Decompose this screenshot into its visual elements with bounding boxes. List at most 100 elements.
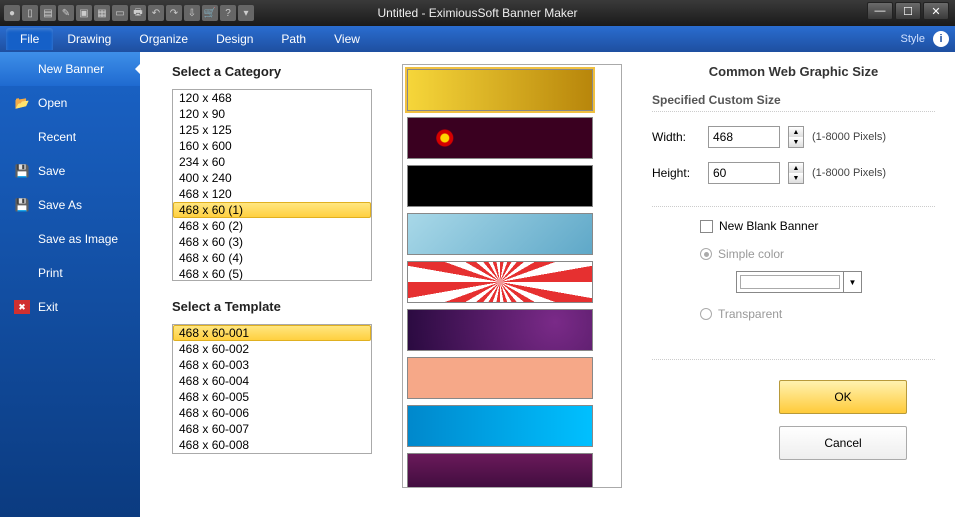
list-item[interactable]: 468 x 60 (4) [173, 250, 371, 266]
dropdown-icon[interactable]: ▾ [238, 5, 254, 21]
width-hint: (1-8000 Pixels) [812, 131, 886, 143]
tab-path[interactable]: Path [267, 28, 320, 50]
blank-icon [14, 266, 30, 280]
qat-icon[interactable]: ▯ [22, 5, 38, 21]
width-spinner[interactable]: ▲▼ [788, 126, 804, 148]
category-listbox[interactable]: 120 x 468120 x 90125 x 125160 x 600234 x… [172, 89, 372, 281]
template-thumbnail[interactable] [407, 405, 593, 447]
x-icon: ✖ [14, 300, 30, 314]
qat-icon[interactable]: ✎ [58, 5, 74, 21]
qat-icon[interactable]: ▦ [94, 5, 110, 21]
chevron-down-icon: ▼ [843, 272, 861, 292]
list-item[interactable]: 468 x 60 (5) [173, 266, 371, 281]
transparent-radio[interactable] [700, 308, 712, 320]
sidebar-item-label: Save As [38, 198, 82, 212]
sidebar-item-open[interactable]: 📂 Open [0, 86, 140, 120]
window-title: Untitled - EximiousSoft Banner Maker [377, 6, 577, 20]
folder-icon: 📂 [14, 96, 30, 110]
template-label: Select a Template [172, 299, 372, 314]
template-thumbnail[interactable] [407, 261, 593, 303]
template-thumbnail[interactable] [407, 69, 593, 111]
transparent-label: Transparent [718, 307, 782, 321]
qat-icon[interactable]: 🛒 [202, 5, 218, 21]
simple-color-radio[interactable] [700, 248, 712, 260]
cancel-button[interactable]: Cancel [779, 426, 907, 460]
blank-banner-checkbox[interactable] [700, 220, 713, 233]
category-label: Select a Category [172, 64, 372, 79]
height-label: Height: [652, 166, 700, 180]
template-thumbnail[interactable] [407, 165, 593, 207]
sidebar-item-save-as[interactable]: 💾 Save As [0, 188, 140, 222]
file-menu-sidebar: New Banner 📂 Open Recent 💾 Save 💾 Save As Save a… [0, 52, 140, 517]
qat-icon[interactable]: ▭ [112, 5, 128, 21]
ok-button[interactable]: OK [779, 380, 907, 414]
tab-view[interactable]: View [320, 28, 374, 50]
subsection-title: Specified Custom Size [652, 93, 935, 112]
sidebar-item-label: Save [38, 164, 65, 178]
list-item[interactable]: 468 x 60 (1) [173, 202, 371, 218]
sidebar-item-save-as-image[interactable]: Save as Image [0, 222, 140, 256]
blank-banner-label: New Blank Banner [719, 219, 818, 233]
blank-icon [14, 232, 30, 246]
qat-icon[interactable]: ⇩ [184, 5, 200, 21]
list-item[interactable]: 468 x 60 (2) [173, 218, 371, 234]
disk-icon: 💾 [14, 198, 30, 212]
help-icon[interactable]: i [933, 31, 949, 47]
simple-color-label: Simple color [718, 247, 784, 261]
close-button[interactable]: ✕ [923, 2, 949, 20]
list-item[interactable]: 400 x 240 [173, 170, 371, 186]
qat-icon[interactable]: 🖶 [130, 5, 146, 21]
color-dropdown[interactable]: ▼ [736, 271, 862, 293]
qat-icon[interactable]: ▣ [76, 5, 92, 21]
template-thumbnail[interactable] [407, 309, 593, 351]
height-input[interactable] [708, 162, 780, 184]
sidebar-item-label: Exit [38, 300, 58, 314]
tab-drawing[interactable]: Drawing [53, 28, 125, 50]
template-thumbnail[interactable] [407, 213, 593, 255]
template-thumbnail[interactable] [407, 357, 593, 399]
redo-icon[interactable]: ↷ [166, 5, 182, 21]
sidebar-item-print[interactable]: Print [0, 256, 140, 290]
list-item[interactable]: 468 x 60 (3) [173, 234, 371, 250]
template-thumbnail[interactable] [407, 117, 593, 159]
template-thumbnail[interactable] [407, 453, 593, 488]
list-item[interactable]: 125 x 125 [173, 122, 371, 138]
list-item[interactable]: 468 x 60-002 [173, 341, 371, 357]
maximize-button[interactable]: ☐ [895, 2, 921, 20]
list-item[interactable]: 468 x 60-003 [173, 357, 371, 373]
help-icon[interactable]: ? [220, 5, 236, 21]
list-item[interactable]: 468 x 60-006 [173, 405, 371, 421]
tab-file[interactable]: File [6, 28, 53, 50]
minimize-button[interactable]: — [867, 2, 893, 20]
sidebar-item-exit[interactable]: ✖ Exit [0, 290, 140, 324]
height-spinner[interactable]: ▲▼ [788, 162, 804, 184]
blank-icon [14, 62, 30, 76]
undo-icon[interactable]: ↶ [148, 5, 164, 21]
list-item[interactable]: 160 x 600 [173, 138, 371, 154]
list-item[interactable]: 468 x 120 [173, 186, 371, 202]
template-thumbnails[interactable] [402, 64, 622, 488]
tab-organize[interactable]: Organize [125, 28, 202, 50]
sidebar-item-new-banner[interactable]: New Banner [0, 52, 140, 86]
color-swatch [740, 275, 840, 289]
tab-design[interactable]: Design [202, 28, 267, 50]
list-item[interactable]: 468 x 60-005 [173, 389, 371, 405]
width-input[interactable] [708, 126, 780, 148]
list-item[interactable]: 234 x 60 [173, 154, 371, 170]
style-menu[interactable]: Style [901, 33, 925, 45]
list-item[interactable]: 468 x 60-007 [173, 421, 371, 437]
list-item[interactable]: 468 x 60-004 [173, 373, 371, 389]
height-hint: (1-8000 Pixels) [812, 167, 886, 179]
list-item[interactable]: 468 x 60-001 [173, 325, 371, 341]
list-item[interactable]: 120 x 90 [173, 106, 371, 122]
sidebar-item-label: Open [38, 96, 67, 110]
template-listbox[interactable]: 468 x 60-001468 x 60-002468 x 60-003468 … [172, 324, 372, 454]
blank-icon [14, 130, 30, 144]
sidebar-item-save[interactable]: 💾 Save [0, 154, 140, 188]
sidebar-item-recent[interactable]: Recent [0, 120, 140, 154]
disk-icon: 💾 [14, 164, 30, 178]
qat-icon[interactable]: ● [4, 5, 20, 21]
list-item[interactable]: 120 x 468 [173, 90, 371, 106]
list-item[interactable]: 468 x 60-008 [173, 437, 371, 453]
qat-icon[interactable]: ▤ [40, 5, 56, 21]
